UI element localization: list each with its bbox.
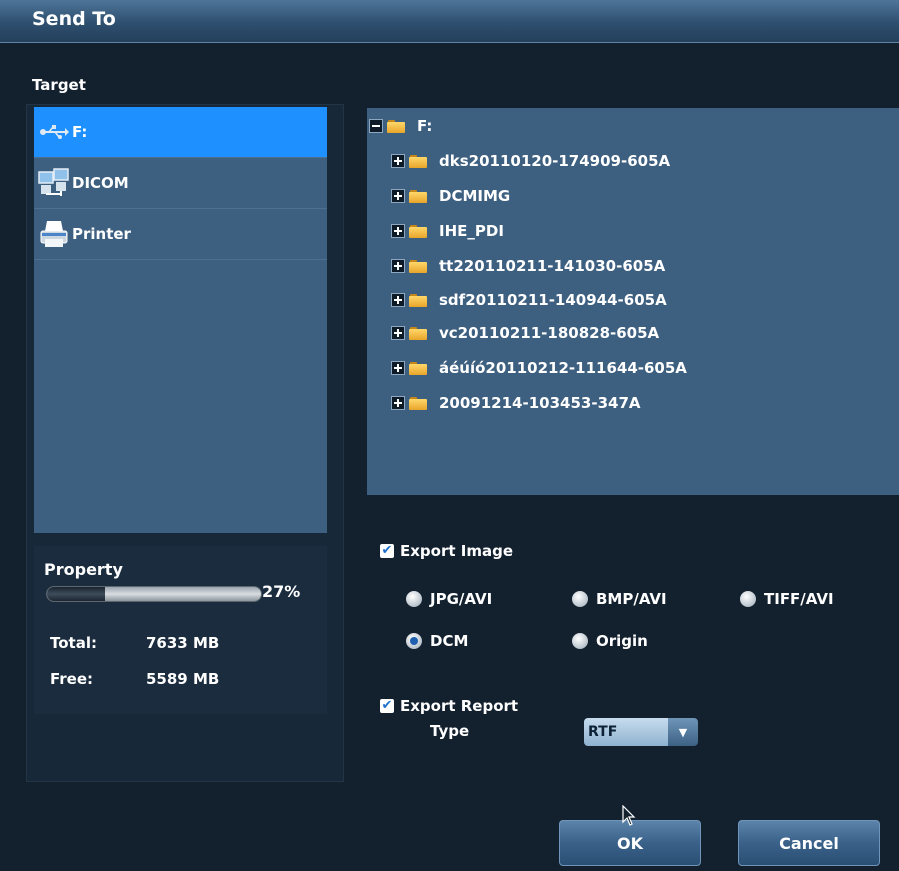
tree-item[interactable]: vc20110211-180828-605A xyxy=(391,321,659,345)
folder-icon xyxy=(409,154,427,168)
cancel-button[interactable]: Cancel xyxy=(738,820,880,866)
storage-percent: 27% xyxy=(262,582,301,601)
report-type-value: RTF xyxy=(584,718,668,746)
total-label: Total: xyxy=(50,634,97,652)
storage-progress-fill xyxy=(47,587,105,601)
free-value: 5589 MB xyxy=(146,670,220,688)
export-image-checkbox[interactable]: ✔ Export Image xyxy=(380,542,513,560)
folder-icon xyxy=(409,189,427,203)
folder-icon xyxy=(409,259,427,273)
tree-item[interactable]: IHE_PDI xyxy=(391,219,504,243)
target-item-label: DICOM xyxy=(72,174,129,192)
tree-item[interactable]: 20091214-103453-347A xyxy=(391,391,641,415)
mouse-cursor-icon xyxy=(622,804,636,831)
expand-icon[interactable] xyxy=(391,396,405,410)
send-to-dialog: Send To Target F: DICOM Printer Property… xyxy=(0,0,899,871)
collapse-icon[interactable] xyxy=(369,119,383,133)
property-title: Property xyxy=(44,560,123,579)
usb-icon xyxy=(36,117,72,147)
checkmark-icon: ✔ xyxy=(380,698,394,713)
report-type-select[interactable]: RTF ▼ xyxy=(584,718,698,746)
radio-label: TIFF/AVI xyxy=(764,590,834,608)
target-list: F: DICOM Printer xyxy=(34,107,327,533)
radio-tiff-avi[interactable]: TIFF/AVI xyxy=(740,590,834,608)
total-value: 7633 MB xyxy=(146,634,220,652)
dialog-title: Send To xyxy=(32,8,116,30)
radio-selected-icon xyxy=(406,633,422,649)
free-label: Free: xyxy=(50,670,94,688)
expand-icon[interactable] xyxy=(391,189,405,203)
radio-label: Origin xyxy=(596,632,648,650)
property-panel: Property 27% Total: 7633 MB Free: 5589 M… xyxy=(34,546,327,714)
target-item-label: Printer xyxy=(72,225,131,243)
export-report-label: Export Report xyxy=(400,697,519,715)
radio-bmp-avi[interactable]: BMP/AVI xyxy=(572,590,667,608)
tree-item-label: sdf20110211-140944-605A xyxy=(439,291,667,309)
network-computer-icon xyxy=(36,168,72,198)
expand-icon[interactable] xyxy=(391,293,405,307)
tree-item[interactable]: áéúíó20110212-111644-605A xyxy=(391,356,687,380)
radio-icon xyxy=(572,591,588,607)
tree-item[interactable]: sdf20110211-140944-605A xyxy=(391,288,667,312)
printer-icon xyxy=(36,219,72,249)
folder-icon xyxy=(387,119,405,133)
radio-icon xyxy=(406,591,422,607)
folder-tree: F: dks20110120-174909-605A DCMIMG IHE_PD… xyxy=(367,108,899,495)
folder-icon xyxy=(409,293,427,307)
title-bar: Send To xyxy=(0,0,899,43)
radio-jpg-avi[interactable]: JPG/AVI xyxy=(406,590,492,608)
tree-item-label: vc20110211-180828-605A xyxy=(439,324,660,342)
storage-progress-bar xyxy=(46,586,262,602)
target-item-printer[interactable]: Printer xyxy=(34,209,327,260)
target-item-dicom[interactable]: DICOM xyxy=(34,158,327,209)
expand-icon[interactable] xyxy=(391,154,405,168)
tree-item[interactable]: tt220110211-141030-605A xyxy=(391,254,665,278)
tree-item-label: 20091214-103453-347A xyxy=(439,394,641,412)
tree-item[interactable]: DCMIMG xyxy=(391,184,510,208)
radio-origin[interactable]: Origin xyxy=(572,632,648,650)
tree-item-label: dks20110120-174909-605A xyxy=(439,152,671,170)
tree-item[interactable]: dks20110120-174909-605A xyxy=(391,149,670,173)
tree-item-label: tt220110211-141030-605A xyxy=(439,257,666,275)
report-type-label: Type xyxy=(430,722,470,740)
chevron-down-icon[interactable]: ▼ xyxy=(668,718,698,746)
radio-label: DCM xyxy=(430,632,469,650)
radio-label: BMP/AVI xyxy=(596,590,667,608)
tree-item-label: áéúíó20110212-111644-605A xyxy=(439,359,687,377)
folder-icon xyxy=(409,396,427,410)
tree-root[interactable]: F: xyxy=(369,114,432,138)
radio-icon xyxy=(740,591,756,607)
folder-icon xyxy=(409,326,427,340)
folder-icon xyxy=(409,224,427,238)
folder-icon xyxy=(409,361,427,375)
radio-label: JPG/AVI xyxy=(430,590,493,608)
expand-icon[interactable] xyxy=(391,224,405,238)
tree-item-label: IHE_PDI xyxy=(439,222,504,240)
tree-item-label: DCMIMG xyxy=(439,187,511,205)
target-item-label: F: xyxy=(72,123,88,141)
target-label: Target xyxy=(32,76,86,94)
radio-icon xyxy=(572,633,588,649)
export-image-label: Export Image xyxy=(400,542,513,560)
expand-icon[interactable] xyxy=(391,361,405,375)
expand-icon[interactable] xyxy=(391,259,405,273)
target-item-f-drive[interactable]: F: xyxy=(34,107,327,158)
radio-dcm[interactable]: DCM xyxy=(406,632,468,650)
export-report-checkbox[interactable]: ✔ Export Report xyxy=(380,697,518,715)
checkmark-icon: ✔ xyxy=(380,543,394,558)
expand-icon[interactable] xyxy=(391,326,405,340)
tree-root-label: F: xyxy=(417,117,433,135)
